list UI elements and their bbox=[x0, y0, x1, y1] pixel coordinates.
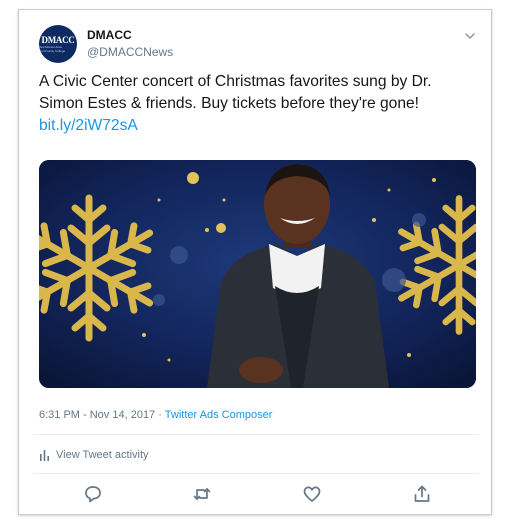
bar-chart-icon bbox=[40, 449, 49, 461]
heart-icon bbox=[303, 486, 321, 502]
tweet-header: DMACC Des Moines Area Community College … bbox=[39, 25, 477, 65]
reply-icon bbox=[85, 486, 101, 503]
activity-label: View Tweet activity bbox=[56, 449, 149, 461]
avatar-logo-subtext: Des Moines Area Community College bbox=[39, 44, 66, 53]
tweet-text: A Civic Center concert of Christmas favo… bbox=[39, 73, 432, 112]
view-activity-button[interactable]: View Tweet activity bbox=[39, 447, 149, 463]
divider bbox=[33, 473, 479, 474]
tweet-body: A Civic Center concert of Christmas favo… bbox=[39, 71, 479, 137]
avatar-logo-text: DMACC bbox=[41, 34, 75, 45]
tweet-actions bbox=[19, 484, 491, 506]
tweet-media-image[interactable] bbox=[39, 160, 476, 388]
tweet-source[interactable]: Twitter Ads Composer bbox=[165, 409, 273, 421]
author-name[interactable]: DMACC bbox=[87, 28, 132, 42]
author-handle[interactable]: @DMACCNews bbox=[87, 45, 173, 59]
retweet-button[interactable] bbox=[192, 484, 212, 504]
share-icon bbox=[414, 485, 430, 502]
reply-button[interactable] bbox=[83, 484, 103, 504]
share-button[interactable] bbox=[412, 484, 432, 504]
tweet-link[interactable]: bit.ly/2iW72sA bbox=[39, 115, 479, 137]
divider bbox=[33, 434, 479, 435]
timestamp[interactable]: 6:31 PM - Nov 14, 2017 bbox=[39, 409, 155, 421]
retweet-icon bbox=[193, 488, 211, 500]
avatar[interactable]: DMACC Des Moines Area Community College bbox=[39, 25, 77, 63]
like-button[interactable] bbox=[302, 484, 322, 504]
tweet-meta: 6:31 PM - Nov 14, 2017 · Twitter Ads Com… bbox=[39, 409, 272, 421]
tweet-card: DMACC Des Moines Area Community College … bbox=[18, 9, 492, 515]
concert-photo bbox=[39, 160, 476, 388]
chevron-down-icon[interactable] bbox=[463, 29, 477, 43]
